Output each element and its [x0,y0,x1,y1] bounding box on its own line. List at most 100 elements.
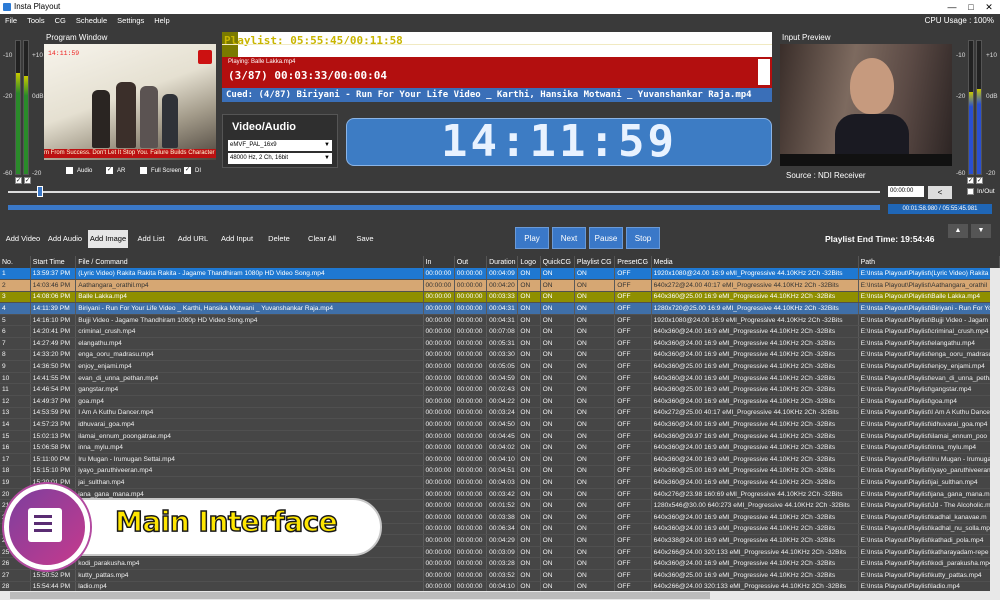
table-cell: E:\Insta Playout\Playlist\idhuvarai_goa.… [858,418,1000,431]
stop-button[interactable]: Stop [626,227,660,249]
minimize-icon[interactable]: — [944,1,960,13]
table-cell: 640x360@25.00 16:9 eMI_Progressive 44.10… [651,569,859,582]
column-header[interactable]: Media [651,256,859,268]
add-url-button[interactable]: Add URL [174,230,212,248]
table-row[interactable]: 10 14:41:55 PM evan_di_unna_pethan.mp4 00:0… [0,372,1000,385]
table-row[interactable]: 5 14:16:10 PM Bujji Video - Jagame Thandhi… [0,314,1000,327]
save-button[interactable]: Save [348,230,382,248]
video-format-select[interactable]: eMVF_PAL_16x9 ▼ [228,140,332,151]
audio-checkbox[interactable]: Audio [66,167,92,174]
ar-checkbox-box[interactable]: ✓ [106,167,113,174]
column-header[interactable]: Duration [486,256,519,268]
menu-tools[interactable]: Tools [22,14,50,27]
table-cell: OFF [614,488,652,501]
delete-button[interactable]: Delete [262,230,296,248]
table-row[interactable]: 18 15:15:10 PM iyayo_paruthiveeran.mp4 00:0… [0,465,1000,478]
menu-file[interactable]: File [0,14,22,27]
column-header[interactable]: File / Command [75,256,424,268]
table-cell: 00:00:00 [454,511,488,524]
table-row[interactable]: 1 13:59:37 PM (Lyric Video) Rakita Rakita … [0,268,1000,281]
vu-right-checkbox-1[interactable]: ✓ [967,177,974,184]
column-header[interactable]: Out [454,256,488,268]
ar-checkbox[interactable]: ✓ AR [106,167,125,174]
pause-button[interactable]: Pause [589,227,623,249]
table-row[interactable]: 9 14:36:50 PM enjoy_enjami.mp4 00:00:00 00:0… [0,360,1000,373]
vu-left-checkbox-1[interactable]: ✓ [15,177,22,184]
back-arrow-button[interactable]: < [928,186,952,199]
time-input[interactable]: 00:00:00 [888,186,924,197]
table-cell: 640x276@23.98 160:69 eMI_Progressive 44.… [651,488,859,501]
table-cell: ON [517,557,541,570]
table-cell: ON [574,534,616,547]
add-video-button[interactable]: Add Video [3,230,43,248]
table-row[interactable]: 16 15:06:58 PM inna_mylu.mp4 00:00:00 00:00:… [0,441,1000,454]
seek-thumb[interactable] [37,186,43,197]
menu-schedule[interactable]: Schedule [71,14,112,27]
table-cell: ON [517,569,541,582]
down-arrow-icon[interactable]: ▼ [971,224,991,238]
table-row[interactable]: 14 14:57:23 PM idhuvarai_goa.mp4 00:00:00 00… [0,418,1000,431]
table-cell: 00:00:00 [423,499,455,512]
next-button[interactable]: Next [552,227,586,249]
table-row[interactable]: 12 14:49:37 PM goa.mp4 00:00:00 00:00:00 00:0… [0,395,1000,408]
table-cell: 00:00:00 [423,534,455,547]
audio-checkbox-box[interactable] [66,167,73,174]
table-row[interactable]: 8 14:33:20 PM enga_ooru_madrasu.mp4 00:00:0… [0,349,1000,362]
column-header[interactable]: In [423,256,455,268]
menu-cg[interactable]: CG [50,14,71,27]
menu-settings[interactable]: Settings [112,14,149,27]
column-header[interactable]: Path [858,256,1000,268]
table-row[interactable]: 2 14:03:46 PM Aathangara_orathil.mp4 00:00:… [0,279,1000,292]
table-row[interactable]: 6 14:20:41 PM criminal_crush.mp4 00:00:00 00… [0,325,1000,339]
table-row[interactable]: 11 14:46:54 PM gangstar.mp4 00:00:00 00:00:0… [0,383,1000,397]
column-header[interactable]: QuickCG [540,256,575,268]
vu-left-checkbox-2[interactable]: ✓ [24,177,31,184]
table-cell: 00:00:00 [454,465,488,478]
maximize-icon[interactable]: □ [963,1,979,13]
full-screen-checkbox-box[interactable] [140,167,147,174]
seek-track[interactable] [8,191,880,193]
table-cell: ON [574,511,616,524]
up-arrow-icon[interactable]: ▲ [948,224,968,238]
in-out-checkbox-box[interactable] [967,188,974,195]
scroll-thumb[interactable] [10,592,710,599]
table-row[interactable]: 13 14:53:59 PM I Am A Kuthu Dancer.mp4 00:0… [0,407,1000,420]
add-audio-button[interactable]: Add Audio [45,230,85,248]
table-cell: 9 [0,360,31,373]
column-header[interactable]: No. [0,256,31,268]
menu-help[interactable]: Help [149,14,174,27]
close-icon[interactable]: ✕ [981,1,997,13]
horizontal-scrollbar[interactable] [0,591,1000,600]
add-input-button[interactable]: Add Input [216,230,258,248]
table-row[interactable]: 4 14:11:39 PM Biriyani - Run For Your Life… [0,302,1000,315]
in-out-checkbox[interactable]: In/Out [967,188,995,195]
table-cell: ON [540,534,575,547]
column-header[interactable]: Logo [517,256,541,268]
table-cell: ON [540,430,575,443]
add-image-button[interactable]: Add Image [88,230,128,248]
table-row[interactable]: 17 15:11:00 PM Iru Mugan - Irumugan Settai… [0,453,1000,466]
elapsed-time: 00:01:58.980 / 05:55:45.981 [888,204,992,214]
di-checkbox[interactable]: ✓ DI [184,167,201,174]
di-checkbox-box[interactable]: ✓ [184,167,191,174]
column-header[interactable]: PresetCG [614,256,652,268]
vertical-scrollbar[interactable] [990,268,1000,591]
table-cell: 15:06:58 PM [30,441,77,454]
table-cell: ON [517,268,541,281]
table-row[interactable]: 3 14:08:06 PM Balle Lakka.mp4 00:00:00 00:00… [0,291,1000,304]
table-row[interactable]: 15 15:02:13 PM ilamai_ennum_poongatrae.mp4… [0,430,1000,443]
table-row[interactable]: 7 14:27:49 PM elangathu.mp4 00:00:00 00:00:0… [0,337,1000,350]
vu-scale-right-mid: 0dB [32,93,44,100]
add-list-button[interactable]: Add List [133,230,169,248]
play-button[interactable]: Play [515,227,549,249]
audio-format-select[interactable]: 48000 Hz, 2 Ch, 16bit ▼ [228,153,332,164]
full-screen-checkbox[interactable]: Full Screen [140,167,181,174]
table-cell: ON [574,337,616,350]
table-cell: OFF [614,291,652,304]
column-header[interactable]: Playlist CG [574,256,616,268]
chevron-down-icon: ▼ [324,155,330,161]
column-header[interactable]: Start Time [30,256,77,268]
table-cell: E:\Insta Playout\Playlist\kutty_pattas.m… [858,569,1000,582]
clear-all-button[interactable]: Clear All [303,230,341,248]
vu-right-checkbox-2[interactable]: ✓ [976,177,983,184]
